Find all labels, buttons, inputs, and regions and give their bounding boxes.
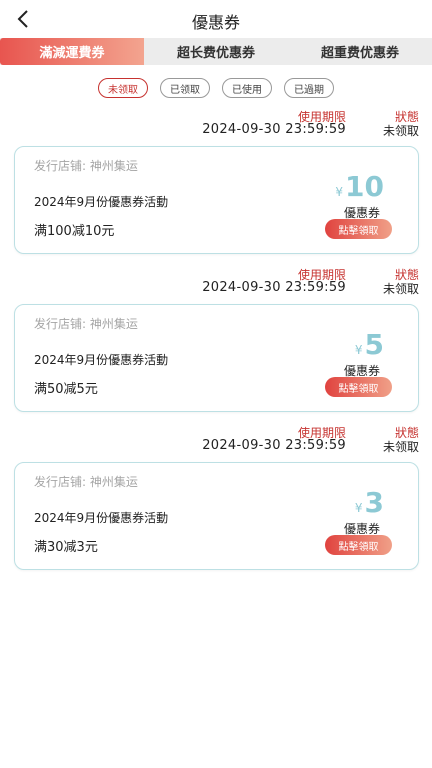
coupon-card: 发行店铺: 神州集运 2024年9月份優惠券活動 满30减3元 ¥ 3 優惠券 … (14, 462, 419, 570)
issuing-store: 发行店铺: 神州集运 (34, 159, 138, 173)
amount-value: 5 (364, 328, 384, 361)
filter-used[interactable]: 已使用 (222, 78, 272, 98)
expiry-date: 2024-09-30 23:59:59 (202, 438, 346, 453)
issuing-store: 发行店铺: 神州集运 (34, 317, 138, 331)
activity-name: 2024年9月份優惠券活動 (34, 353, 169, 367)
activity-name: 2024年9月份優惠券活動 (34, 511, 169, 525)
coupon-card: 发行店铺: 神州集运 2024年9月份優惠券活動 满100减10元 ¥ 10 優… (14, 146, 419, 254)
tab-overweight-discount[interactable]: 超重费优惠券 (288, 38, 432, 65)
currency-symbol: ¥ (354, 501, 363, 515)
claim-button[interactable]: 點擊領取 (325, 219, 392, 239)
top-bar: 優惠券 (0, 0, 432, 40)
activity-name: 2024年9月份優惠券活動 (34, 195, 169, 209)
discount-rule: 满100减10元 (34, 224, 115, 239)
coupon-meta: 使用期限 狀態 2024-09-30 23:59:59 未领取 (0, 424, 432, 454)
coupon-meta: 使用期限 狀態 2024-09-30 23:59:59 未领取 (0, 266, 432, 296)
claim-status: 未领取 (382, 124, 419, 138)
coupon-card: 发行店铺: 神州集运 2024年9月份優惠券活動 满50减5元 ¥ 5 優惠券 … (14, 304, 419, 412)
filter-expired[interactable]: 已過期 (284, 78, 334, 98)
currency-symbol: ¥ (354, 343, 363, 357)
claim-button[interactable]: 點擊領取 (325, 535, 392, 555)
coupon-type-tabs: 滿減運費券 超长费优惠券 超重费优惠券 (0, 38, 432, 65)
claim-button[interactable]: 點擊領取 (325, 377, 392, 397)
filter-unclaimed[interactable]: 未领取 (98, 78, 148, 98)
coupon-meta: 使用期限 狀態 2024-09-30 23:59:59 未领取 (0, 108, 432, 138)
tab-shipping-discount[interactable]: 滿減運費券 (0, 38, 144, 65)
discount-rule: 满30减3元 (34, 540, 98, 555)
coupon-amount: ¥ 3 (355, 486, 384, 519)
currency-symbol: ¥ (335, 185, 344, 199)
filter-claimed[interactable]: 已领取 (160, 78, 210, 98)
claim-status: 未领取 (382, 440, 419, 454)
expiry-date: 2024-09-30 23:59:59 (202, 280, 346, 295)
claim-status: 未领取 (382, 282, 419, 296)
tab-overlength-discount[interactable]: 超长费优惠券 (144, 38, 288, 65)
expiry-date: 2024-09-30 23:59:59 (202, 122, 346, 137)
discount-rule: 满50减5元 (34, 382, 98, 397)
coupon-amount: ¥ 5 (355, 328, 384, 361)
coupon-amount: ¥ 10 (335, 170, 384, 203)
amount-value: 3 (364, 486, 384, 519)
amount-value: 10 (345, 170, 384, 203)
issuing-store: 发行店铺: 神州集运 (34, 475, 138, 489)
status-filter-bar: 未领取 已领取 已使用 已過期 (0, 78, 432, 98)
page-title: 優惠券 (191, 13, 240, 32)
